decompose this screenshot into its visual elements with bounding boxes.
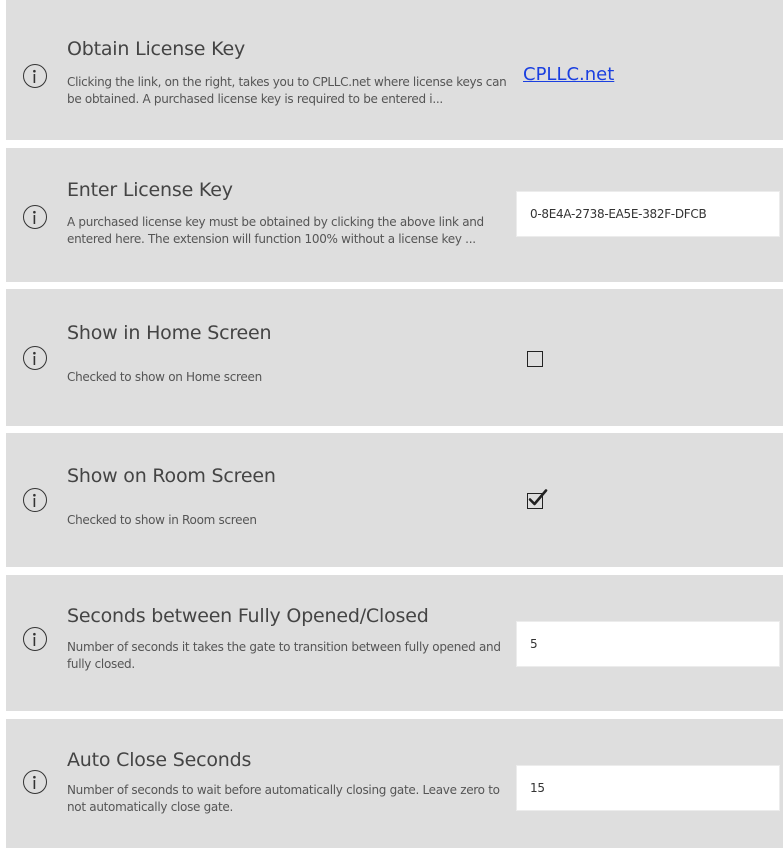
setting-description: Clicking the link, on the right, takes y… — [67, 75, 507, 106]
setting-description: Checked to show in Room screen — [67, 513, 257, 527]
setting-auto-close-seconds: Auto Close Seconds Number of seconds to … — [6, 719, 783, 848]
setting-obtain-license-key: Obtain License Key Clicking the link, on… — [6, 0, 783, 140]
setting-show-room-screen: Show on Room Screen Checked to show in R… — [6, 433, 783, 567]
setting-title: Obtain License Key — [67, 38, 245, 60]
info-icon[interactable] — [23, 488, 47, 512]
setting-seconds-open-close: Seconds between Fully Opened/Closed Numb… — [6, 575, 783, 711]
auto-close-seconds-input[interactable] — [516, 765, 780, 811]
setting-enter-license-key: Enter License Key A purchased license ke… — [6, 148, 783, 282]
setting-description: Number of seconds it takes the gate to t… — [67, 640, 501, 671]
setting-description: Number of seconds to wait before automat… — [67, 783, 500, 814]
setting-description: A purchased license key must be obtained… — [67, 215, 484, 246]
setting-title: Show in Home Screen — [67, 322, 272, 344]
seconds-open-close-input[interactable] — [516, 621, 780, 667]
info-icon[interactable] — [23, 205, 47, 229]
setting-title: Enter License Key — [67, 179, 233, 201]
checkmark-icon — [528, 489, 548, 506]
setting-title: Auto Close Seconds — [67, 749, 252, 771]
info-icon[interactable] — [23, 627, 47, 651]
license-key-input[interactable] — [516, 191, 780, 237]
setting-description: Checked to show on Home screen — [67, 370, 262, 384]
info-icon[interactable] — [23, 770, 47, 794]
info-icon[interactable] — [23, 346, 47, 370]
show-room-checkbox[interactable] — [527, 489, 548, 509]
show-home-checkbox[interactable] — [527, 351, 543, 367]
info-icon[interactable] — [23, 64, 47, 88]
setting-show-home-screen: Show in Home Screen Checked to show on H… — [6, 289, 783, 426]
setting-title: Show on Room Screen — [67, 465, 276, 487]
setting-title: Seconds between Fully Opened/Closed — [67, 605, 429, 627]
cpllc-link[interactable]: CPLLC.net — [523, 64, 614, 85]
